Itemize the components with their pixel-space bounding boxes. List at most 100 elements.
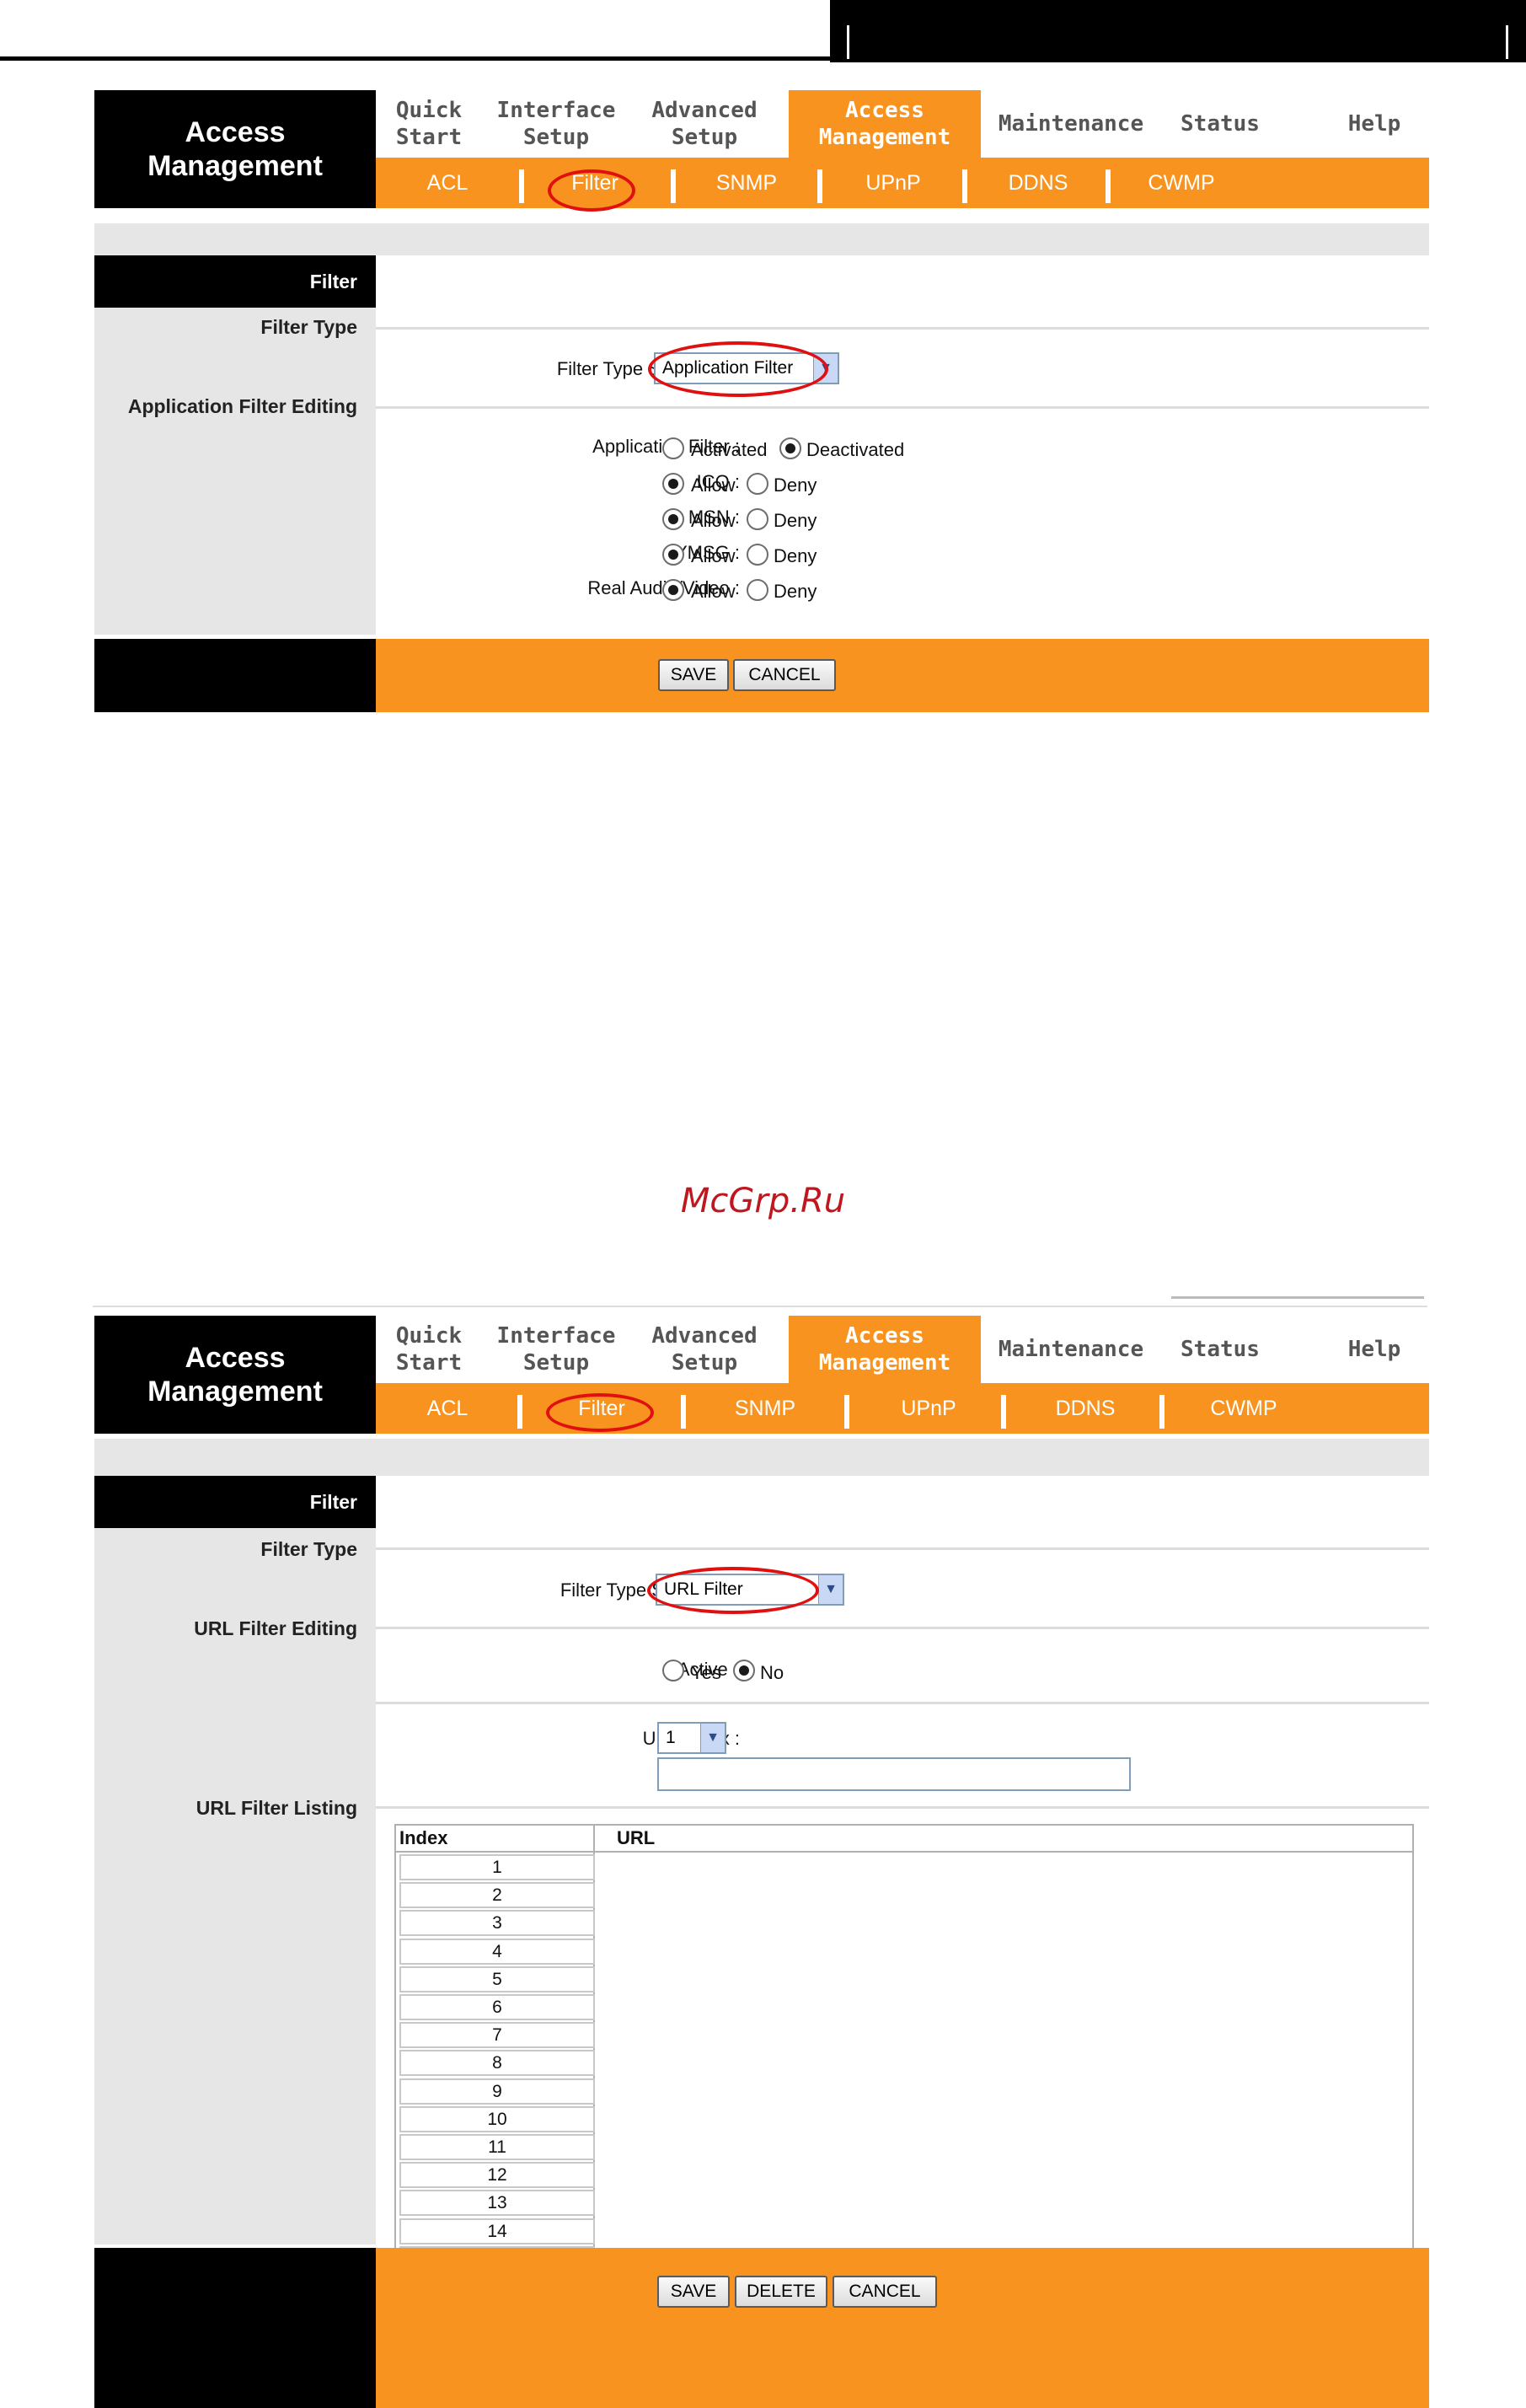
ymsg-deny-radio[interactable]: [747, 544, 768, 566]
sub-nav: ACL Filter SNMP UPnP DDNS CWMP: [376, 158, 1429, 208]
real-audio-video-allow-radio[interactable]: [662, 579, 684, 601]
table-row: 13: [399, 2190, 595, 2217]
delete-button[interactable]: DELETE: [735, 2276, 827, 2308]
radio-label: Deny: [774, 475, 817, 496]
section-title: Filter: [94, 255, 376, 308]
table-header-url: URL: [617, 1827, 656, 1848]
tab-interface-setup[interactable]: Interface Setup: [482, 1316, 630, 1383]
brand-line-2: Management: [147, 1376, 323, 1408]
chevron-down-icon: ▼: [818, 1575, 843, 1604]
save-button[interactable]: SAVE: [657, 2276, 730, 2308]
save-button[interactable]: SAVE: [658, 659, 729, 691]
section-title: Filter: [94, 1476, 376, 1528]
subtab-upnp[interactable]: UPnP: [826, 158, 961, 208]
divider: [376, 1547, 1429, 1550]
table-row: 9: [399, 2078, 595, 2105]
subnav-divider: [1001, 1395, 1006, 1429]
chevron-down-icon: ▼: [700, 1724, 725, 1752]
table-row: 3: [399, 1910, 595, 1937]
radio-label: Allow: [691, 510, 736, 531]
icq-label: ICQ :: [696, 471, 740, 492]
brand-line-1: Access: [185, 116, 286, 148]
table-row: 6: [399, 1994, 595, 2020]
radio-label: Deny: [774, 510, 817, 531]
subnav-divider: [1106, 169, 1111, 203]
subtab-ddns[interactable]: DDNS: [1009, 1383, 1161, 1434]
subnav-divider: [519, 169, 524, 203]
icq-allow-radio[interactable]: [662, 473, 684, 495]
application-filter-deactivated-radio[interactable]: [779, 437, 801, 459]
subtab-upnp[interactable]: UPnP: [853, 1383, 1004, 1434]
subtab-filter[interactable]: Filter: [527, 158, 662, 208]
tab-status[interactable]: Status: [1161, 1316, 1279, 1383]
subtab-snmp[interactable]: SNMP: [689, 1383, 841, 1434]
footer-black: [94, 639, 376, 712]
left-label-column: [94, 1476, 376, 2244]
main-nav: Quick Start Interface Setup Advanced Setup …: [376, 1316, 1429, 1383]
subtab-acl[interactable]: ACL: [384, 158, 511, 208]
url-filter-editing-label: URL Filter Editing: [194, 1617, 357, 1639]
divider: [376, 1702, 1429, 1704]
tab-access-management[interactable]: Access Management: [789, 90, 981, 158]
tab-status[interactable]: Status: [1161, 90, 1279, 158]
table-header-index: Index: [399, 1827, 448, 1848]
active-no-radio[interactable]: [733, 1660, 755, 1681]
url-input[interactable]: [657, 1757, 1131, 1791]
subtab-acl[interactable]: ACL: [384, 1383, 511, 1434]
table-row: 14: [399, 2218, 595, 2244]
application-filter-editing-label: Application Filter Editing: [127, 395, 357, 417]
tab-help[interactable]: Help: [1320, 90, 1429, 158]
msn-deny-radio[interactable]: [747, 508, 768, 530]
tab-advanced-setup[interactable]: Advanced Setup: [630, 90, 779, 158]
filter-type-select[interactable]: Application Filter ▼: [654, 352, 839, 384]
radio-label: Deny: [774, 545, 817, 566]
url-index-select-value: 1: [666, 1728, 676, 1747]
filter-type-select[interactable]: URL Filter ▼: [656, 1574, 844, 1606]
sub-nav: ACL Filter SNMP UPnP DDNS CWMP: [376, 1383, 1429, 1434]
subnav-divider: [1159, 1395, 1165, 1429]
subtab-ddns[interactable]: DDNS: [971, 158, 1106, 208]
filter-type-select-value: Application Filter: [662, 358, 794, 378]
panel-url-filter: Access Management Quick Start Interface Set…: [94, 1316, 1429, 2408]
ymsg-label: YMSG :: [674, 542, 740, 563]
tab-maintenance[interactable]: Maintenance: [981, 1316, 1161, 1383]
radio-label: Allow: [691, 581, 736, 602]
radio-label: No: [760, 1662, 784, 1683]
ymsg-allow-radio[interactable]: [662, 544, 684, 566]
icq-deny-radio[interactable]: [747, 473, 768, 495]
active-yes-radio[interactable]: [662, 1660, 684, 1681]
subtab-cwmp[interactable]: CWMP: [1114, 158, 1249, 208]
grey-spacer: [94, 1439, 1429, 1476]
subnav-divider: [681, 1395, 686, 1429]
strip-divider: [1506, 25, 1508, 59]
top-black-strip: [830, 0, 1526, 62]
subnav-divider: [517, 1395, 522, 1429]
application-filter-activated-radio[interactable]: [662, 437, 684, 459]
cancel-button[interactable]: CANCEL: [833, 2276, 937, 2308]
radio-label: Deny: [774, 581, 817, 602]
filter-type-label: Filter Type: [260, 316, 357, 338]
application-filter-label: Application Filter :: [592, 436, 740, 457]
table-header-divider: [396, 1851, 1412, 1853]
tab-advanced-setup[interactable]: Advanced Setup: [630, 1316, 779, 1383]
subnav-divider: [844, 1395, 849, 1429]
subtab-cwmp[interactable]: CWMP: [1168, 1383, 1320, 1434]
subtab-snmp[interactable]: SNMP: [679, 158, 814, 208]
table-row: 7: [399, 2022, 595, 2049]
table-row: 12: [399, 2162, 595, 2189]
url-filter-table: Index URL 12345678910111213141516: [394, 1824, 1414, 2309]
tab-interface-setup[interactable]: Interface Setup: [482, 90, 630, 158]
tab-help[interactable]: Help: [1320, 1316, 1429, 1383]
real-audio-video-deny-radio[interactable]: [747, 579, 768, 601]
cancel-button[interactable]: CANCEL: [733, 659, 836, 691]
url-index-select[interactable]: 1 ▼: [657, 1722, 726, 1754]
tab-access-management[interactable]: Access Management: [789, 1316, 981, 1383]
msn-allow-radio[interactable]: [662, 508, 684, 530]
tab-quick-start[interactable]: Quick Start: [376, 1316, 482, 1383]
tab-quick-start[interactable]: Quick Start: [376, 90, 482, 158]
tab-maintenance[interactable]: Maintenance: [981, 90, 1161, 158]
subtab-filter[interactable]: Filter: [526, 1383, 677, 1434]
watermark: McGrp.Ru: [680, 1182, 846, 1220]
divider: [376, 1627, 1429, 1629]
brand-line-2: Management: [147, 150, 323, 182]
